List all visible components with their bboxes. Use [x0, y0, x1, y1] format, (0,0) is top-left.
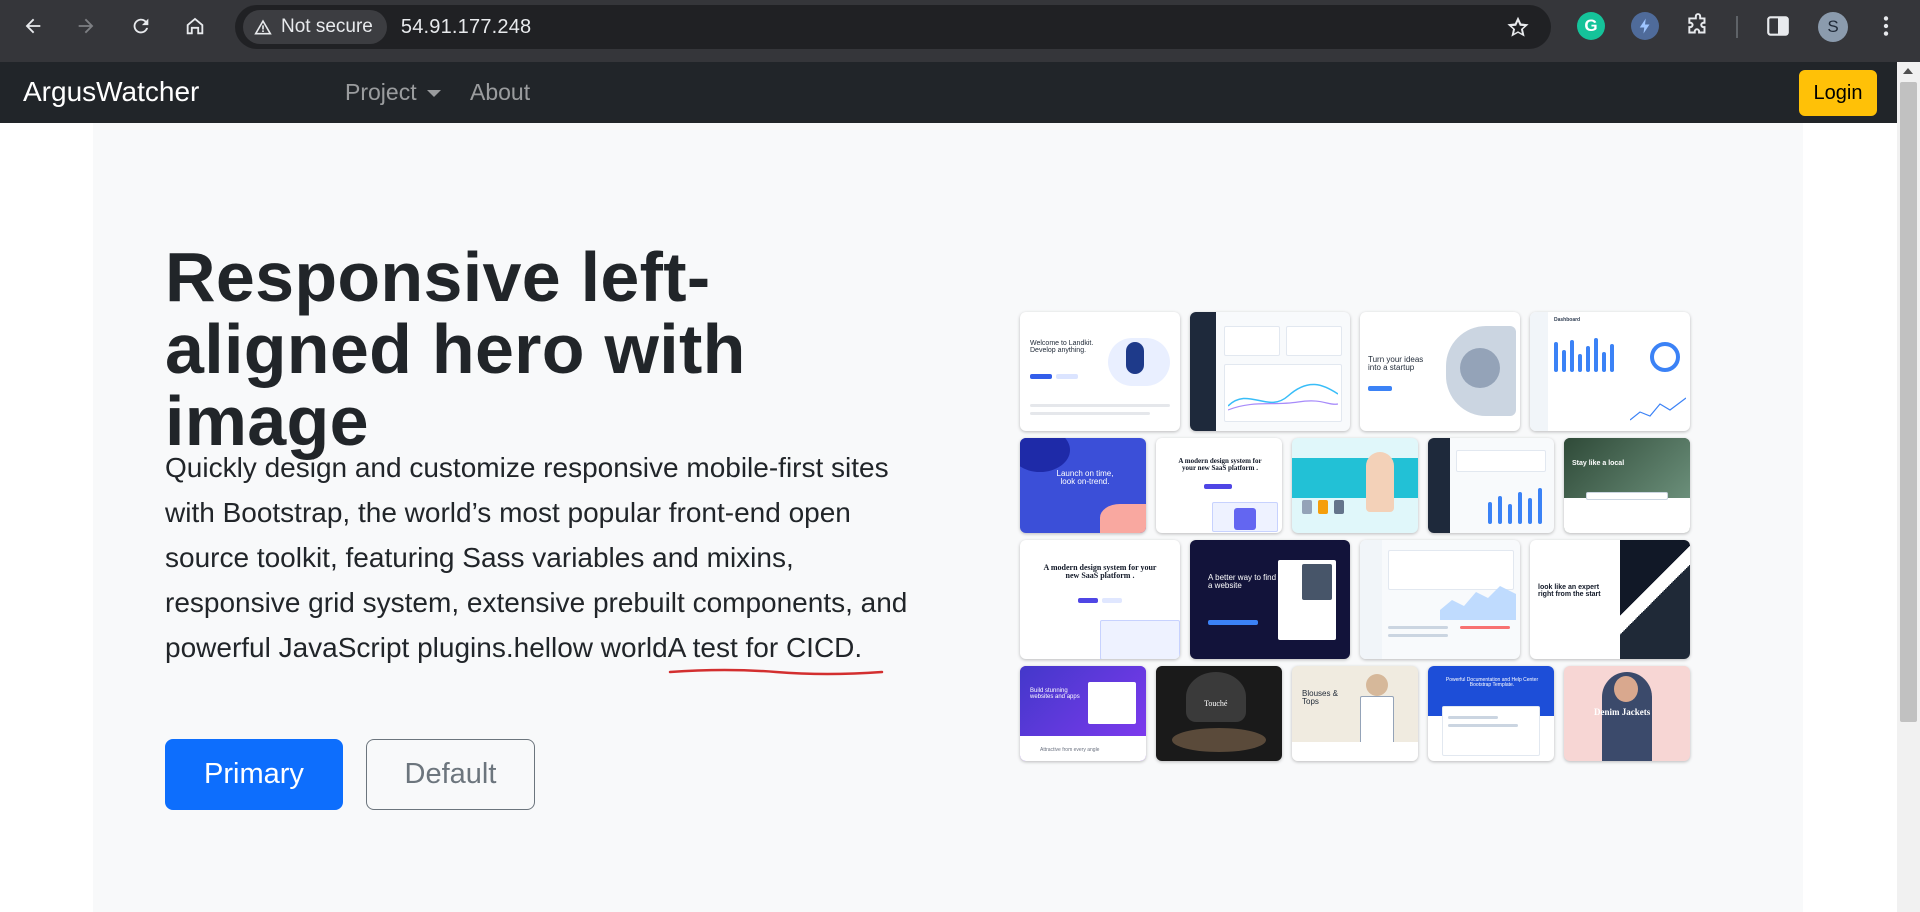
default-button[interactable]: Default	[366, 739, 535, 810]
mosaic-tile	[1190, 312, 1350, 431]
vertical-scrollbar[interactable]	[1897, 62, 1920, 912]
primary-button[interactable]: Primary	[165, 739, 343, 810]
toolbar-divider	[1736, 16, 1738, 38]
mosaic-tile: Build stunning websites and apps Attract…	[1020, 666, 1146, 761]
hero-image-mosaic: Welcome to Landkit. Develop anything. Tu…	[1020, 312, 1710, 792]
profile-avatar[interactable]: S	[1818, 12, 1848, 42]
mosaic-tile	[1360, 540, 1520, 659]
scrollbar-thumb[interactable]	[1900, 82, 1917, 722]
mosaic-tile: Dashboard	[1530, 312, 1690, 431]
mosaic-tile: Launch on time, look on-trend.	[1020, 438, 1146, 533]
mosaic-tile	[1292, 438, 1418, 533]
address-bar[interactable]: Not secure 54.91.177.248	[235, 5, 1551, 49]
red-squiggle-underline	[668, 668, 883, 676]
reload-button[interactable]	[124, 9, 158, 43]
mosaic-tile: look like an expert right from the start	[1530, 540, 1690, 659]
reload-icon	[133, 18, 149, 34]
bookmark-button[interactable]	[1505, 14, 1531, 45]
tile-title: Launch on time, look on-trend.	[1056, 469, 1114, 487]
hero-section: Responsive left-aligned hero with image …	[93, 123, 1803, 912]
tile-title: look like an expert right from the start	[1538, 584, 1601, 599]
browser-toolbar: Not secure 54.91.177.248 G S	[0, 0, 1920, 62]
grammarly-letter: G	[1584, 16, 1598, 35]
puzzle-icon	[1688, 13, 1706, 34]
tile-caption: Attractive from every angle	[1040, 747, 1100, 753]
lightning-icon	[1639, 18, 1650, 34]
hero-lead-highlight: A test for CICD.	[667, 625, 883, 676]
side-panel-button[interactable]	[1764, 12, 1792, 40]
tile-title: Stay like a local	[1572, 460, 1625, 467]
site-security-chip[interactable]: Not secure	[243, 10, 387, 44]
nav-project-dropdown[interactable]: Project	[345, 79, 441, 106]
home-button[interactable]	[178, 9, 212, 43]
tile-title: Welcome to Landkit. Develop anything.	[1030, 340, 1094, 355]
tile-title: Blouses & Tops	[1302, 689, 1339, 707]
site-navbar: ArgusWatcher Project About Login	[0, 62, 1897, 123]
url-text[interactable]: 54.91.177.248	[401, 16, 532, 39]
forward-button[interactable]	[69, 9, 103, 43]
browser-menu-button[interactable]	[1872, 12, 1900, 40]
nav-project-label: Project	[345, 79, 417, 105]
mosaic-tile: A better way to find a website	[1190, 540, 1350, 659]
hero-title: Responsive left-aligned hero with image	[165, 238, 746, 460]
mosaic-tile: Welcome to Landkit. Develop anything.	[1020, 312, 1180, 431]
star-icon	[1507, 16, 1529, 37]
tile-title: A modern design system for your new SaaS…	[1043, 563, 1157, 581]
tile-line-chart	[1228, 383, 1338, 411]
scroll-up-arrow-icon[interactable]	[1903, 68, 1913, 74]
profile-initial: S	[1827, 17, 1839, 36]
mosaic-tile: A modern design system for your new SaaS…	[1156, 438, 1282, 533]
tile-title: Touché	[1204, 699, 1228, 708]
tile-title: Turn your ideas into a startup	[1368, 355, 1424, 373]
tile-title: Powerful Documentation and Help Center B…	[1445, 677, 1539, 689]
warning-icon	[254, 19, 272, 35]
tile-area-chart	[1440, 586, 1516, 620]
kebab-menu-icon	[1883, 16, 1889, 36]
home-icon	[186, 17, 204, 35]
mosaic-tile	[1428, 438, 1554, 533]
grammarly-extension-icon[interactable]: G	[1577, 12, 1605, 40]
page-viewport: ArgusWatcher Project About Login Respons…	[0, 62, 1920, 912]
mosaic-tile: Stay like a local	[1564, 438, 1690, 533]
bolt-extension-icon[interactable]	[1631, 12, 1659, 40]
nav-about-link[interactable]: About	[470, 79, 530, 106]
mosaic-tile: Touché	[1156, 666, 1282, 761]
side-panel-icon	[1767, 16, 1789, 36]
security-label: Not secure	[281, 16, 373, 37]
hero-lead-highlight-text: A test for CICD.	[667, 632, 863, 663]
mosaic-tile: Powerful Documentation and Help Center B…	[1428, 666, 1554, 761]
tile-title: A modern design system for your new SaaS…	[1178, 457, 1262, 473]
login-button[interactable]: Login	[1799, 70, 1877, 116]
arrow-right-icon	[78, 18, 94, 34]
tile-title: A better way to find a website	[1208, 573, 1277, 591]
mosaic-tile: Blouses & Tops	[1292, 666, 1418, 761]
arrow-left-icon	[25, 18, 41, 34]
tile-title: Build stunning websites and apps	[1030, 688, 1080, 701]
mosaic-tile: A modern design system for your new SaaS…	[1020, 540, 1180, 659]
tile-title: Denim Jackets	[1594, 707, 1651, 717]
navbar-brand[interactable]: ArgusWatcher	[23, 76, 199, 108]
mosaic-tile: Denim Jackets	[1564, 666, 1690, 761]
back-button[interactable]	[16, 9, 50, 43]
hero-lead: Quickly design and customize responsive …	[165, 445, 925, 676]
caret-down-icon	[426, 90, 441, 97]
extensions-button[interactable]	[1684, 12, 1712, 40]
tile-sparkline	[1630, 397, 1686, 421]
tile-title: Dashboard	[1554, 317, 1581, 323]
mosaic-tile: Turn your ideas into a startup	[1360, 312, 1520, 431]
